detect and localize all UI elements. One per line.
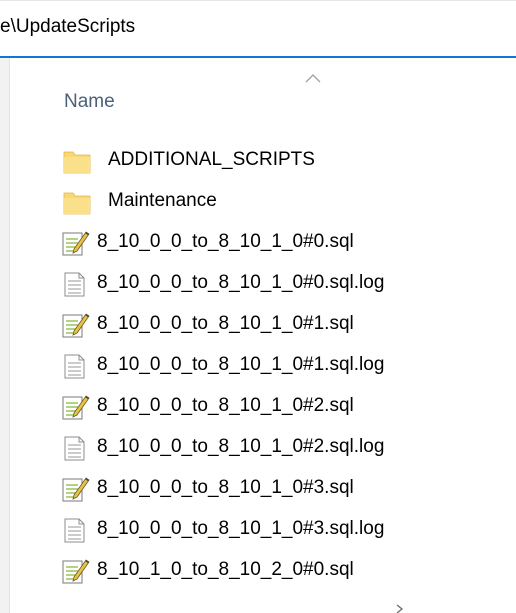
name-column-header[interactable]: Name bbox=[64, 91, 115, 113]
file-row[interactable]: 8_10_0_0_to_8_10_1_0#0.sql bbox=[10, 222, 516, 263]
item-name[interactable]: 8_10_0_0_to_8_10_1_0#1.sql.log bbox=[97, 354, 384, 376]
address-path[interactable]: e\UpdateScripts bbox=[0, 16, 135, 38]
item-name[interactable]: 8_10_0_0_to_8_10_1_0#3.sql.log bbox=[97, 518, 384, 540]
sql-script-icon bbox=[60, 311, 90, 339]
item-name[interactable]: Maintenance bbox=[108, 190, 217, 212]
file-row[interactable]: 8_10_0_0_to_8_10_1_0#0.sql.log bbox=[10, 263, 516, 304]
text-file-icon bbox=[60, 434, 90, 462]
file-row[interactable]: 8_10_0_0_to_8_10_1_0#1.sql.log bbox=[10, 345, 516, 386]
file-rows: ADDITIONAL_SCRIPTS Maintenance 8_10_0_0_to… bbox=[10, 140, 516, 591]
chevron-up-icon bbox=[305, 74, 321, 83]
text-file-icon bbox=[60, 270, 90, 298]
folder-icon bbox=[62, 188, 92, 216]
folder-row[interactable]: Maintenance bbox=[10, 181, 516, 222]
text-file-icon bbox=[60, 516, 90, 544]
item-name[interactable]: 8_10_0_0_to_8_10_1_0#3.sql bbox=[97, 477, 354, 499]
chevron-right-icon bbox=[396, 604, 404, 613]
item-name[interactable]: 8_10_0_0_to_8_10_1_0#0.sql bbox=[97, 231, 354, 253]
sql-script-icon bbox=[60, 393, 90, 421]
item-name[interactable]: 8_10_0_0_to_8_10_1_0#1.sql bbox=[97, 313, 354, 335]
file-row[interactable]: 8_10_1_0_to_8_10_2_0#0.sql bbox=[10, 550, 516, 591]
sql-script-icon bbox=[60, 229, 90, 257]
item-name[interactable]: 8_10_0_0_to_8_10_1_0#2.sql bbox=[97, 395, 354, 417]
folder-row[interactable]: ADDITIONAL_SCRIPTS bbox=[10, 140, 516, 181]
navigation-pane-edge bbox=[0, 58, 10, 613]
item-name[interactable]: 8_10_0_0_to_8_10_1_0#0.sql.log bbox=[97, 272, 384, 294]
file-row[interactable]: 8_10_0_0_to_8_10_1_0#3.sql.log bbox=[10, 509, 516, 550]
sql-script-icon bbox=[60, 557, 90, 585]
column-header[interactable]: Name bbox=[10, 58, 516, 138]
file-row[interactable]: 8_10_0_0_to_8_10_1_0#1.sql bbox=[10, 304, 516, 345]
item-name[interactable]: 8_10_0_0_to_8_10_1_0#2.sql.log bbox=[97, 436, 384, 458]
file-row[interactable]: 8_10_0_0_to_8_10_1_0#2.sql bbox=[10, 386, 516, 427]
file-row[interactable]: 8_10_0_0_to_8_10_1_0#3.sql bbox=[10, 468, 516, 509]
item-name[interactable]: ADDITIONAL_SCRIPTS bbox=[108, 149, 315, 171]
item-name[interactable]: 8_10_1_0_to_8_10_2_0#0.sql bbox=[97, 559, 354, 581]
folder-icon bbox=[62, 147, 92, 175]
file-list: Name ADDITIONAL_SCRIPTS Maintenance 8_10_0… bbox=[10, 58, 516, 613]
address-bar[interactable]: e\UpdateScripts bbox=[0, 0, 516, 58]
file-row[interactable]: 8_10_0_0_to_8_10_1_0#2.sql.log bbox=[10, 427, 516, 468]
sql-script-icon bbox=[60, 475, 90, 503]
text-file-icon bbox=[60, 352, 90, 380]
